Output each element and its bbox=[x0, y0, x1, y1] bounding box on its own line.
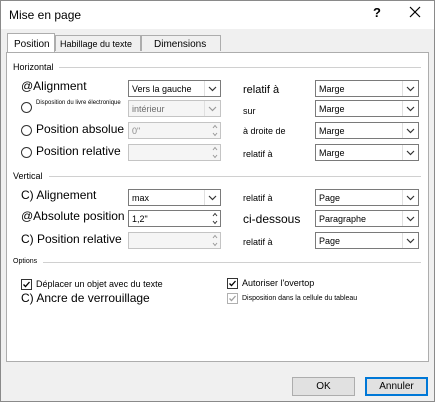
layout-in-cell-checkbox[interactable] bbox=[227, 293, 238, 304]
tab-label: Habillage du texte bbox=[60, 39, 133, 49]
h-alignment-relation: relatif à bbox=[243, 84, 280, 96]
v-alignment-relation: relatif à bbox=[243, 193, 273, 203]
tab-label: Position bbox=[14, 39, 50, 50]
chevron-down-icon bbox=[402, 211, 415, 226]
v-absolute-position-target-select[interactable]: Paragraphe bbox=[315, 210, 419, 227]
book-layout-target-select[interactable]: Marge bbox=[315, 100, 419, 117]
layout-in-cell-label: Disposition dans la cellule du tableau bbox=[242, 295, 358, 302]
relative-position-label: Position relative bbox=[36, 144, 121, 158]
cancel-button[interactable]: Annuler bbox=[365, 377, 428, 396]
v-relative-position-label: C) Position relative bbox=[21, 232, 122, 246]
h-alignment-target-select[interactable]: Marge bbox=[315, 80, 419, 97]
ok-button[interactable]: OK bbox=[292, 377, 355, 396]
select-value: Paragraphe bbox=[319, 214, 367, 224]
v-relative-position-relation: relatif à bbox=[243, 237, 273, 247]
spin-down-icon[interactable] bbox=[210, 219, 220, 226]
spin-up-icon[interactable] bbox=[210, 233, 220, 240]
title-bar: Mise en page ? bbox=[1, 1, 434, 29]
absolute-position-label: Position absolue bbox=[36, 122, 125, 136]
tab-text-wrapping[interactable]: Habillage du texte bbox=[55, 35, 141, 51]
v-absolute-position-spinner[interactable]: 1,2" bbox=[128, 210, 221, 227]
spin-down-icon[interactable] bbox=[210, 131, 220, 138]
chevron-down-icon bbox=[402, 123, 415, 138]
checkmark-icon bbox=[229, 280, 236, 287]
h-alignment-select[interactable]: Vers la gauche bbox=[128, 80, 221, 97]
select-value: Marge bbox=[319, 126, 345, 136]
relative-position-relation: relatif à bbox=[243, 149, 273, 159]
allow-overlap-checkbox[interactable] bbox=[227, 278, 238, 289]
book-layout-select[interactable]: intérieur bbox=[128, 100, 221, 117]
chevron-down-icon bbox=[204, 101, 217, 116]
absolute-position-spinner[interactable]: 0" bbox=[128, 122, 221, 139]
select-value: Vers la gauche bbox=[132, 84, 192, 94]
close-icon[interactable] bbox=[408, 5, 422, 19]
spin-up-icon[interactable] bbox=[210, 123, 220, 130]
chevron-down-icon bbox=[402, 233, 415, 248]
chevron-down-icon bbox=[402, 190, 415, 205]
v-alignment-label: C) Alignement bbox=[21, 188, 97, 202]
move-with-text-label: Déplacer un objet avec du texte bbox=[36, 279, 163, 289]
lock-anchor-label[interactable]: C) Ancre de verrouillage bbox=[21, 291, 150, 305]
spin-up-icon[interactable] bbox=[210, 211, 220, 218]
v-absolute-position-label: @Absolute position bbox=[21, 209, 125, 223]
chevron-down-icon bbox=[402, 81, 415, 96]
v-alignment-target-select[interactable]: Page bbox=[315, 189, 419, 206]
move-with-text-checkbox[interactable] bbox=[21, 279, 32, 290]
select-value: Page bbox=[319, 236, 341, 246]
relative-position-radio[interactable] bbox=[21, 147, 32, 158]
tab-position[interactable]: Position bbox=[7, 33, 55, 53]
options-section-label: Options bbox=[13, 258, 38, 265]
v-relative-position-target-select[interactable]: Page bbox=[315, 232, 419, 249]
tab-strip: Position Habillage du texte Dimensions bbox=[1, 33, 434, 53]
chevron-down-icon bbox=[204, 190, 217, 205]
chevron-down-icon bbox=[402, 145, 415, 160]
dialog-title: Mise en page bbox=[9, 8, 82, 22]
select-value: intérieur bbox=[132, 104, 165, 114]
book-layout-relation: sur bbox=[243, 106, 256, 116]
absolute-position-target-select[interactable]: Marge bbox=[315, 122, 419, 139]
select-value: Page bbox=[319, 193, 341, 203]
absolute-position-relation: à droite de bbox=[243, 126, 286, 136]
book-layout-label: Disposition du livre électronique bbox=[36, 100, 121, 106]
relative-position-target-select[interactable]: Marge bbox=[315, 144, 419, 161]
spinner-value: 0" bbox=[132, 126, 141, 136]
absolute-position-radio[interactable] bbox=[21, 125, 32, 136]
v-absolute-position-relation: ci-dessous bbox=[243, 212, 301, 226]
h-alignment-label: @Alignment bbox=[21, 79, 87, 93]
vertical-section-label: Vertical bbox=[13, 171, 43, 181]
page-setup-dialog: Mise en page ? Position Habillage du tex… bbox=[0, 0, 435, 402]
select-value: Marge bbox=[319, 148, 345, 158]
divider bbox=[49, 176, 421, 177]
tab-dimensions[interactable]: Dimensions bbox=[141, 35, 221, 51]
divider bbox=[59, 67, 421, 68]
chevron-down-icon bbox=[402, 101, 415, 116]
checkmark-icon bbox=[229, 295, 236, 302]
help-button[interactable]: ? bbox=[373, 5, 381, 20]
chevron-down-icon bbox=[204, 81, 217, 96]
relative-position-spinner[interactable] bbox=[128, 144, 221, 161]
book-layout-radio[interactable] bbox=[21, 102, 32, 113]
v-alignment-select[interactable]: max bbox=[128, 189, 221, 206]
select-value: Marge bbox=[319, 104, 345, 114]
spin-down-icon[interactable] bbox=[210, 153, 220, 160]
position-panel bbox=[6, 52, 429, 362]
spin-down-icon[interactable] bbox=[210, 241, 220, 248]
tab-label: Dimensions bbox=[154, 39, 207, 50]
spin-up-icon[interactable] bbox=[210, 145, 220, 152]
select-value: max bbox=[132, 193, 150, 203]
divider bbox=[43, 262, 421, 263]
v-relative-position-spinner[interactable] bbox=[128, 232, 221, 249]
checkmark-icon bbox=[23, 281, 30, 288]
select-value: Marge bbox=[319, 84, 345, 94]
horizontal-section-label: Horizontal bbox=[13, 62, 54, 72]
spinner-value: 1,2" bbox=[132, 214, 148, 224]
allow-overlap-label: Autoriser l'overtop bbox=[242, 278, 315, 288]
